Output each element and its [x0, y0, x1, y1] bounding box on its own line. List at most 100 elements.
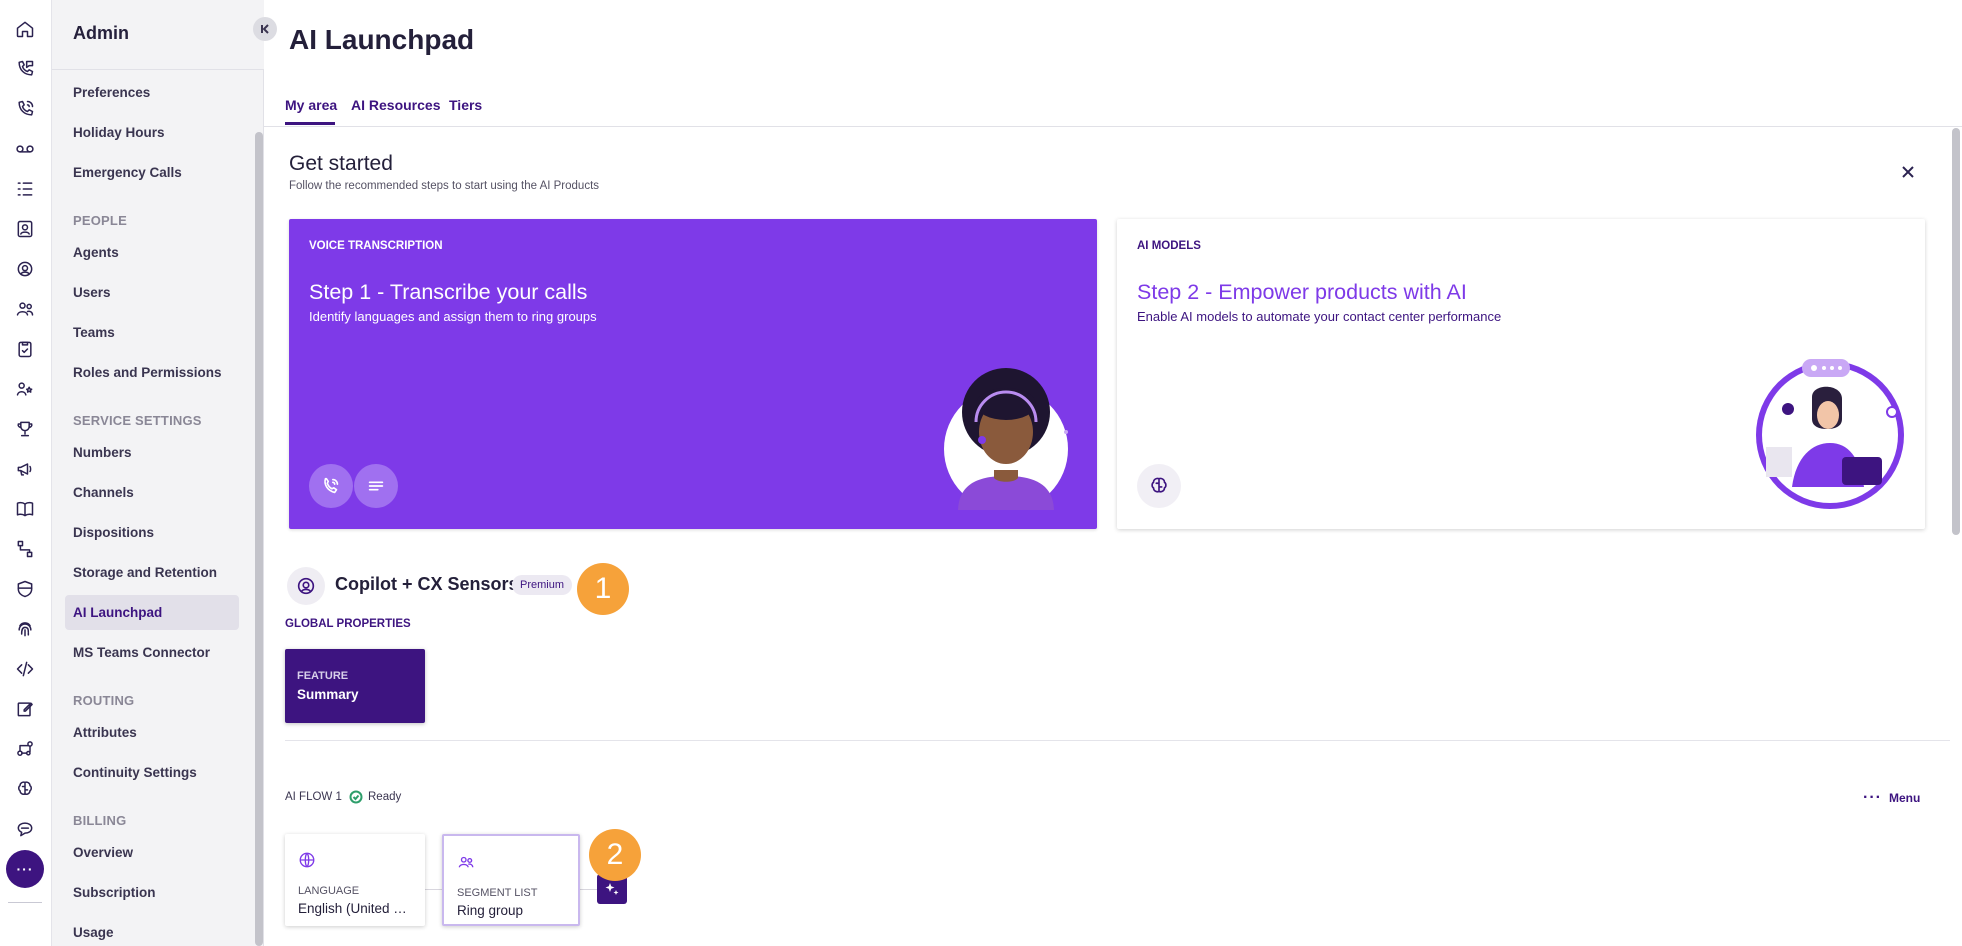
flow-connector — [579, 889, 597, 890]
shield-icon[interactable] — [13, 577, 37, 601]
flow-menu-button[interactable]: Menu — [1889, 791, 1920, 805]
sidebar-item-channels[interactable]: Channels — [73, 485, 134, 500]
sparkle-icon — [605, 883, 619, 895]
tab-ai-resources[interactable]: AI Resources — [351, 97, 440, 113]
card-kicker: AI MODELS — [1137, 240, 1201, 252]
sidebar-section-people: PEOPLE — [73, 213, 127, 228]
icon-rail: ··· — [0, 0, 52, 946]
admin-sidebar: Admin Preferences Holiday Hours Emergenc… — [52, 0, 277, 946]
card-kicker: VOICE TRANSCRIPTION — [309, 240, 443, 252]
rail-divider — [8, 902, 42, 903]
team-icon[interactable] — [13, 297, 37, 321]
global-properties-label: GLOBAL PROPERTIES — [285, 618, 411, 630]
flow-label: AI FLOW 1 — [285, 791, 342, 803]
home-icon[interactable] — [13, 17, 37, 41]
get-started-title: Get started — [289, 152, 393, 175]
sidebar-title: Admin — [73, 23, 129, 43]
flow-node-kicker: LANGUAGE — [298, 885, 360, 897]
phone-call-icon[interactable] — [13, 97, 37, 121]
edit-icon[interactable] — [13, 697, 37, 721]
flow-status: Ready — [368, 791, 402, 803]
phone-ear-icon[interactable] — [309, 464, 353, 508]
headset-agent-icon[interactable] — [13, 257, 37, 281]
check-circle-icon — [349, 790, 363, 804]
sidebar-item-holiday-hours[interactable]: Holiday Hours — [73, 125, 165, 140]
sidebar-item-users[interactable]: Users — [73, 285, 111, 300]
flow-node-value: English (United … — [298, 901, 407, 916]
sidebar-item-agents[interactable]: Agents — [73, 245, 119, 260]
sidebar-section-service-settings: SERVICE SETTINGS — [73, 413, 202, 428]
step-marker-2: 2 — [589, 829, 641, 881]
list-icon[interactable] — [13, 177, 37, 201]
flow-connector — [425, 889, 443, 890]
close-icon[interactable] — [1898, 162, 1918, 182]
sidebar-scrollbar[interactable] — [255, 132, 263, 946]
phone-chat-icon[interactable] — [13, 57, 37, 81]
ai-models-illustration — [1756, 359, 1904, 509]
sidebar-item-continuity-settings[interactable]: Continuity Settings — [73, 765, 197, 780]
feature-value: Summary — [297, 687, 359, 702]
book-icon[interactable] — [13, 497, 37, 521]
sidebar-item-emergency-calls[interactable]: Emergency Calls — [73, 165, 182, 180]
brain-icon[interactable] — [13, 777, 37, 801]
clipboard-check-icon[interactable] — [13, 337, 37, 361]
voicemail-icon[interactable] — [13, 137, 37, 161]
copilot-title: Copilot + CX Sensors — [335, 574, 519, 594]
tabs-divider — [264, 126, 1962, 127]
sidebar-item-ms-teams-connector[interactable]: MS Teams Connector — [73, 645, 210, 660]
megaphone-icon[interactable] — [13, 457, 37, 481]
section-divider — [285, 740, 1950, 741]
flow-node-value: Ring group — [457, 903, 524, 918]
card-description: Identify languages and assign them to ri… — [309, 309, 597, 324]
get-started-subtitle: Follow the recommended steps to start us… — [289, 180, 600, 192]
sidebar-item-storage-and-retention[interactable]: Storage and Retention — [73, 565, 217, 580]
flow-node-language[interactable]: LANGUAGE English (United … — [285, 834, 425, 926]
tab-tiers[interactable]: Tiers — [449, 97, 482, 113]
sidebar-item-dispositions[interactable]: Dispositions — [73, 525, 154, 540]
card-title: Step 1 - Transcribe your calls — [309, 280, 588, 304]
sidebar-item-roles-and-permissions[interactable]: Roles and Permissions — [73, 365, 222, 380]
feature-summary-box[interactable]: FEATURE Summary — [285, 649, 425, 723]
step-marker-1: 1 — [577, 563, 629, 615]
more-apps-button[interactable]: ··· — [6, 850, 44, 888]
sidebar-item-numbers[interactable]: Numbers — [73, 445, 132, 460]
code-icon[interactable] — [13, 657, 37, 681]
collapse-chevron-icon — [261, 24, 269, 34]
main-content: AI Launchpad My area AI Resources Tiers … — [264, 0, 1962, 946]
page-title: AI Launchpad — [289, 24, 475, 55]
premium-badge: Premium — [512, 575, 573, 595]
sidebar-section-billing: BILLING — [73, 813, 127, 828]
sidebar-item-teams[interactable]: Teams — [73, 325, 115, 340]
card-title: Step 2 - Empower products with AI — [1137, 280, 1467, 304]
trophy-icon[interactable] — [13, 417, 37, 441]
active-tab-indicator — [285, 122, 335, 125]
sidebar-header: Admin — [52, 0, 264, 70]
sidebar-item-overview[interactable]: Overview — [73, 845, 133, 860]
tab-my-area[interactable]: My area — [285, 97, 337, 113]
feature-kicker: FEATURE — [297, 670, 349, 682]
step-2-card[interactable]: AI MODELS Step 2 - Empower products with… — [1117, 219, 1925, 529]
sidebar-item-ai-launchpad[interactable]: AI Launchpad — [73, 605, 162, 620]
agent-illustration — [944, 368, 1068, 510]
more-horizontal-icon[interactable]: ··· — [1863, 789, 1882, 807]
sidebar-item-attributes[interactable]: Attributes — [73, 725, 137, 740]
collapse-sidebar-button[interactable] — [253, 17, 277, 41]
contact-card-icon[interactable] — [13, 217, 37, 241]
people-star-icon[interactable] — [13, 377, 37, 401]
sidebar-section-routing: ROUTING — [73, 693, 135, 708]
brain-icon[interactable] — [1137, 464, 1181, 508]
sidebar-item-usage[interactable]: Usage — [73, 925, 114, 940]
chat-bubble-icon[interactable] — [13, 817, 37, 841]
step-1-card[interactable]: VOICE TRANSCRIPTION Step 1 - Transcribe … — [289, 219, 1097, 529]
fingerprint-icon[interactable] — [13, 617, 37, 641]
integration-icon[interactable] — [13, 737, 37, 761]
transcript-lines-icon[interactable] — [354, 464, 398, 508]
flow-icon[interactable] — [13, 537, 37, 561]
copilot-sensor-icon — [287, 567, 325, 605]
card-description: Enable AI models to automate your contac… — [1137, 309, 1502, 324]
sidebar-item-preferences[interactable]: Preferences — [73, 85, 150, 100]
main-scrollbar[interactable] — [1952, 128, 1960, 535]
group-icon — [458, 856, 474, 868]
flow-node-segment-list[interactable]: SEGMENT LIST Ring group — [442, 834, 580, 926]
sidebar-item-subscription[interactable]: Subscription — [73, 885, 156, 900]
